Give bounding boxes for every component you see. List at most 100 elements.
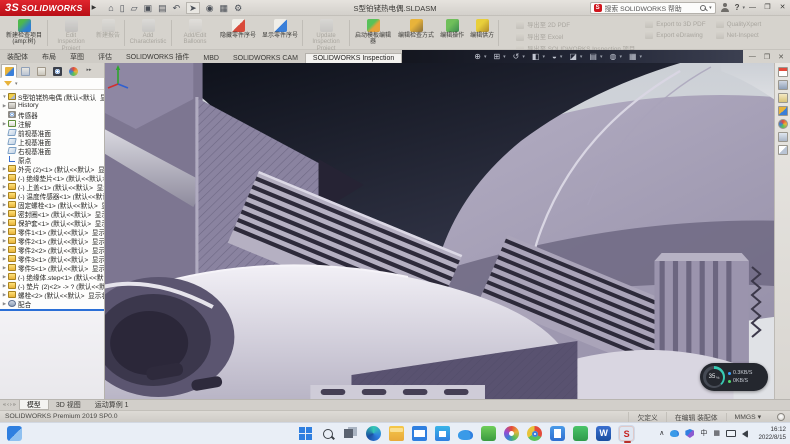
ribbon-button[interactable]: 新建检查项目 (amp:树) [2, 17, 46, 49]
tree-item[interactable]: ▶(-) 上盖<1> (默认<<默认>_显示状态> [1, 182, 104, 191]
design-library-icon[interactable] [778, 93, 788, 103]
ribbon-tab-布局[interactable]: 布局 [35, 51, 63, 63]
widgets-icon[interactable] [7, 426, 22, 441]
tree-item[interactable]: ▶零件5<1> (默认<<默认>_显示状态> [1, 263, 104, 272]
chrome-icon[interactable] [527, 426, 542, 441]
open-icon[interactable]: ▱ [131, 3, 138, 13]
expand-arrow-icon[interactable]: ▶ [1, 274, 8, 280]
file-explorer-pane-icon[interactable] [778, 106, 788, 116]
configurationmanager-tab[interactable] [33, 64, 49, 78]
zoom-area-icon[interactable]: ⊞ [493, 53, 500, 61]
mail-icon[interactable] [412, 426, 427, 441]
doc-minimize-button[interactable]: — [749, 53, 756, 60]
edge-icon[interactable] [366, 426, 381, 441]
ribbon-button[interactable]: 隐藏零件序号 [217, 17, 259, 49]
custom-properties-icon[interactable] [778, 145, 788, 155]
net-speed-overlay[interactable]: 35% 0.3KB/S0KB/S [700, 363, 768, 391]
propertymanager-tab[interactable] [17, 64, 33, 78]
expand-arrow-icon[interactable]: ▶ [1, 292, 8, 298]
expand-arrow-icon[interactable]: ▶ [1, 229, 8, 235]
zoom-fit-icon[interactable]: ⊕ [474, 53, 481, 61]
zoom-fit-icon-caret[interactable]: ▾ [484, 54, 487, 60]
tree-item[interactable]: ▶零件1<1> (默认<<默认>_显示状态> [1, 227, 104, 236]
tab-overflow-arrow[interactable]: ▸▸ [81, 64, 97, 78]
onedrive-icon[interactable] [458, 430, 473, 440]
tree-item[interactable]: ▶配合 [1, 299, 104, 308]
undo-icon[interactable]: ↶ [173, 3, 181, 13]
tree-item[interactable]: 前视基准面 [1, 128, 104, 137]
tab-scroll-arrow[interactable]: ‹ [7, 402, 9, 408]
view-palette-icon[interactable] [778, 132, 788, 142]
model-tab-模型[interactable]: 模型 [19, 400, 49, 410]
apply-scene-icon-caret[interactable]: ▾ [640, 54, 643, 60]
tree-filter-row[interactable]: ▾ [0, 78, 104, 90]
ribbon-tab-SOLIDWORKS CAM[interactable]: SOLIDWORKS CAM [226, 54, 305, 63]
ribbon-button[interactable]: 编辑操作 [437, 17, 467, 49]
onedrive-tray-icon[interactable] [670, 430, 679, 437]
docs-app-icon[interactable] [550, 426, 565, 441]
options-gear-icon[interactable]: ⚙ [234, 3, 242, 13]
search-icon[interactable] [700, 5, 706, 11]
dimxpertmanager-tab[interactable] [49, 64, 65, 78]
appearances-icon[interactable] [778, 119, 788, 129]
green-app-icon[interactable] [481, 426, 496, 441]
restore-button[interactable]: ❐ [760, 0, 775, 16]
tab-scroll-arrow[interactable]: « [3, 402, 6, 408]
file-explorer-icon[interactable] [389, 426, 404, 441]
expand-arrow-icon[interactable]: ▶ [1, 103, 8, 109]
model-tab-运动算例 1[interactable]: 运动算例 1 [88, 400, 136, 410]
units-selector[interactable]: MMGS ▾ [726, 413, 769, 421]
tree-item[interactable]: ▶(-) 绝缘垫片<1> (默认<<默认>_显示状态> [1, 173, 104, 182]
select-arrow-icon[interactable]: ➤ [186, 2, 200, 14]
tree-item[interactable]: ▶螺栓<2> (默认<<默认>_显示状态> [1, 290, 104, 299]
hide-show-items-icon-caret[interactable]: ▾ [600, 54, 603, 60]
expand-arrow-icon[interactable]: ▶ [1, 283, 8, 289]
tree-item[interactable]: 原点 [1, 155, 104, 164]
home-icon[interactable] [778, 67, 788, 77]
solidworks-resources-icon[interactable] [778, 80, 788, 90]
taskbar-search-icon[interactable] [323, 429, 333, 439]
filter-caret-icon[interactable]: ▾ [15, 81, 18, 87]
filter-funnel-icon[interactable] [4, 81, 12, 86]
rebuild-stoplight-icon[interactable]: ◉ [206, 3, 214, 13]
ribbon-tab-草图[interactable]: 草图 [63, 51, 91, 63]
display-settings-icon[interactable]: ▦ [220, 3, 229, 13]
tree-item[interactable]: ▶零件2<2> (默认<<默认>_显示状态> [1, 245, 104, 254]
tree-item[interactable]: ▶密封圈<1> (默认<<默认>_显示状态> [1, 209, 104, 218]
expand-arrow-icon[interactable]: ▶ [1, 193, 8, 199]
tree-item[interactable]: 传感器 [1, 110, 104, 119]
ribbon-tab-SOLIDWORKS Inspection[interactable]: SOLIDWORKS Inspection [305, 53, 402, 63]
tree-item[interactable]: 上视基准面 [1, 137, 104, 146]
edit-appearance-icon[interactable]: ◍ [609, 53, 616, 61]
ribbon-tab-SOLIDWORKS 插件[interactable]: SOLIDWORKS 插件 [119, 51, 196, 63]
tab-scroll-arrow[interactable]: » [13, 402, 16, 408]
print-icon[interactable]: ▤ [158, 3, 167, 13]
search-caret-icon[interactable]: ▾ [709, 5, 712, 11]
expand-arrow-icon[interactable]: ▶ [1, 121, 8, 127]
ribbon-button[interactable]: 显示零件序号 [259, 17, 301, 49]
expand-arrow-icon[interactable]: ▶ [1, 238, 8, 244]
doc-close-button[interactable]: ✕ [778, 53, 784, 61]
expand-arrow-icon[interactable]: ▶ [1, 211, 8, 217]
tree-item[interactable]: 右视基准面 [1, 146, 104, 155]
solidworks-taskbar-icon[interactable]: S [619, 426, 634, 441]
tree-item[interactable]: ▶零件3<1> (默认<<默认>_显示状态> [1, 254, 104, 263]
ime-language-indicator[interactable]: 中 [700, 430, 707, 438]
display-style-icon-caret[interactable]: ▾ [580, 54, 583, 60]
new-document-icon[interactable]: ▯ [120, 3, 125, 13]
help-search-box[interactable]: S 搜索 SOLIDWORKS 帮助 ▾ [590, 2, 716, 14]
tree-item[interactable]: ▶外壳 (2)<1> (默认<<默认>_显示状态> [1, 164, 104, 173]
tab-scroll-arrow[interactable]: › [10, 402, 12, 408]
displaymanager-tab[interactable] [65, 64, 81, 78]
ribbon-button[interactable]: 编辑供方 [467, 17, 497, 49]
expand-arrow-icon[interactable]: ▶ [1, 220, 8, 226]
volume-icon[interactable] [742, 430, 748, 438]
menu-expand-arrow[interactable]: ▶ [92, 4, 97, 11]
tree-item[interactable]: ▶History [1, 101, 104, 110]
task-view-icon[interactable] [343, 426, 358, 441]
expand-arrow-icon[interactable]: ▶ [1, 301, 8, 307]
display-style-icon[interactable]: ◪ [569, 53, 577, 61]
view-orientation-icon-caret[interactable]: ▾ [560, 54, 563, 60]
tree-item[interactable]: ▶(-) 垫片 (2)<2> -> ? (默认<<默认>_显示状态> [1, 281, 104, 290]
previous-view-icon[interactable]: ↺ [513, 53, 520, 61]
